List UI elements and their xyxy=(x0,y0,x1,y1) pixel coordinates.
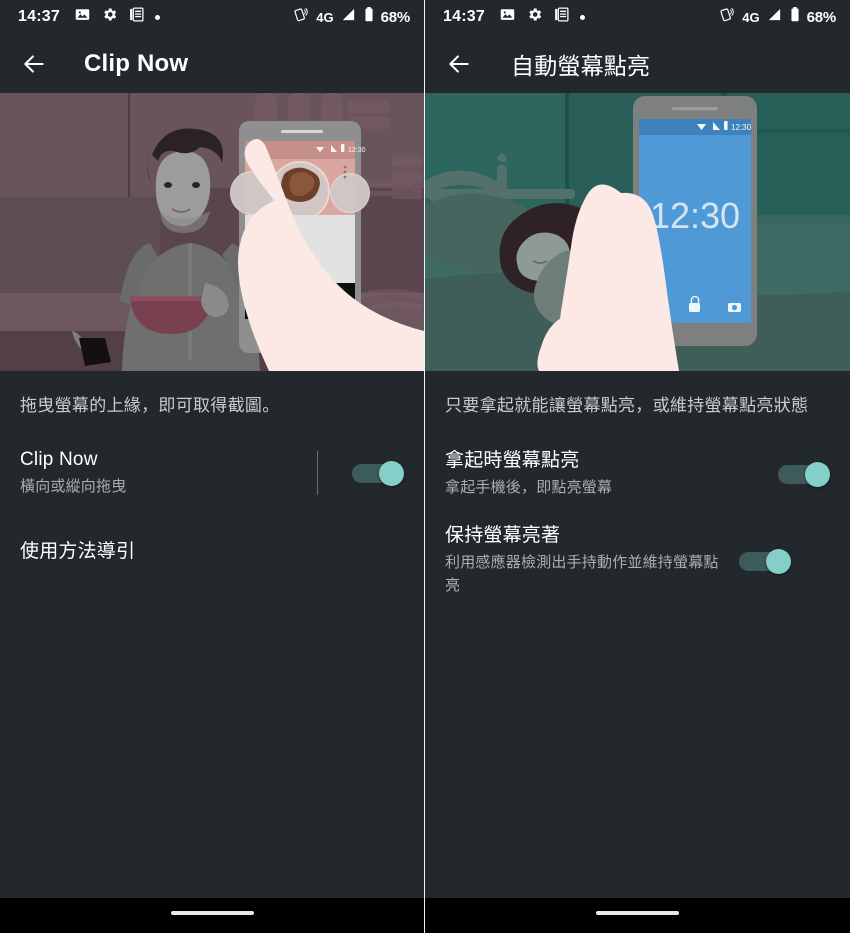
status-time: 14:37 xyxy=(18,8,60,25)
signal-icon xyxy=(766,6,783,28)
battery-icon xyxy=(789,6,801,28)
status-bar: 14:37 4G 68% xyxy=(0,0,424,34)
setting-row-clip-now[interactable]: Clip Now 橫向或縱向拖曳 xyxy=(0,445,424,501)
document-icon xyxy=(553,6,570,28)
svg-text:12:30: 12:30 xyxy=(348,147,366,154)
toggle-thumb xyxy=(805,462,830,487)
battery-percent-label: 68% xyxy=(380,8,411,26)
toggle-thumb xyxy=(379,461,404,486)
back-arrow-icon[interactable] xyxy=(19,49,49,79)
setting-title: 拿起時螢幕點亮 xyxy=(445,450,580,471)
settings-content: 只要拿起就能讓螢幕點亮，或維持螢幕點亮狀態 拿起時螢幕點亮 拿起手機後，即點亮螢… xyxy=(425,371,850,597)
network-type-label: 4G xyxy=(742,9,760,25)
setting-row-raise-to-wake[interactable]: 拿起時螢幕點亮 拿起手機後，即點亮螢幕 xyxy=(425,446,850,502)
home-gesture-pill[interactable] xyxy=(596,911,679,915)
status-bar: 14:37 4G 68% xyxy=(425,0,850,34)
setting-subtitle: 拿起手機後，即點亮螢幕 xyxy=(445,479,613,496)
link-row-usage-guide[interactable]: 使用方法導引 xyxy=(0,525,424,573)
toggle-thumb xyxy=(766,548,791,574)
setting-title: 保持螢幕亮著 xyxy=(445,525,561,546)
image-icon xyxy=(74,6,91,28)
setting-subtitle: 橫向或縱向拖曳 xyxy=(20,478,127,495)
clip-now-illustration: 12:30 ipe xyxy=(0,93,424,371)
toggle-raise-to-wake[interactable] xyxy=(778,462,830,487)
status-bar-right: 4G 68% xyxy=(718,6,836,28)
svg-text:12:30: 12:30 xyxy=(650,195,740,236)
setting-texts: 拿起時螢幕點亮 拿起手機後，即點亮螢幕 xyxy=(445,449,778,499)
auto-screen-on-illustration: 12:30 12:30 xyxy=(425,93,850,371)
dual-screenshot-container: 14:37 4G 68% Clip Now 12:30 拖曳螢幕的上緣，即可取得… xyxy=(0,0,850,933)
status-time: 14:37 xyxy=(443,8,485,25)
app-bar: 自動螢幕點亮 xyxy=(425,34,850,93)
setting-row-keep-screen-on[interactable]: 保持螢幕亮著 利用感應器檢測出手持動作並維持螢幕點亮 xyxy=(425,524,850,597)
setting-subtitle: 利用感應器檢測出手持動作並維持螢幕點亮 xyxy=(445,554,719,594)
dot-icon xyxy=(579,14,585,20)
svg-text:12:30: 12:30 xyxy=(731,123,752,132)
dot-icon xyxy=(154,14,160,20)
navigation-bar xyxy=(425,898,850,933)
battery-icon xyxy=(363,6,375,28)
page-title: 自動螢幕點亮 xyxy=(511,52,651,79)
vibrate-icon xyxy=(718,6,736,28)
link-label: 使用方法導引 xyxy=(20,540,136,562)
setting-title: Clip Now xyxy=(20,449,98,470)
row-divider xyxy=(317,451,318,495)
signal-icon xyxy=(340,6,357,28)
status-bar-right: 4G 68% xyxy=(292,6,410,28)
setting-texts: Clip Now 橫向或縱向拖曳 xyxy=(20,448,317,498)
network-type-label: 4G xyxy=(316,9,334,25)
setting-texts: 保持螢幕亮著 利用感應器檢測出手持動作並維持螢幕點亮 xyxy=(445,524,739,597)
feature-description: 只要拿起就能讓螢幕點亮，或維持螢幕點亮狀態 xyxy=(445,396,809,415)
status-bar-left: 14:37 xyxy=(443,6,585,28)
image-icon xyxy=(499,6,516,28)
page-title: Clip Now xyxy=(84,49,189,77)
screen-clip-now: 14:37 4G 68% Clip Now 12:30 拖曳螢幕的上緣，即可取得… xyxy=(0,0,424,933)
toggle-clip-now[interactable] xyxy=(352,461,404,486)
navigation-bar xyxy=(0,898,424,933)
home-gesture-pill[interactable] xyxy=(170,911,254,915)
gear-icon xyxy=(526,6,543,28)
screen-auto-screen-on: 14:37 4G 68% 自動螢幕點亮 12:30 12:30 只要拿起就能讓螢… xyxy=(425,0,850,933)
toggle-keep-screen-on[interactable] xyxy=(739,548,791,574)
back-arrow-icon[interactable] xyxy=(444,49,474,79)
battery-percent-label: 68% xyxy=(806,8,837,26)
document-icon xyxy=(128,6,145,28)
gear-icon xyxy=(101,6,118,28)
status-bar-left: 14:37 xyxy=(18,6,160,28)
settings-content: 拖曳螢幕的上緣，即可取得截圖。 Clip Now 橫向或縱向拖曳 使用方法導引 xyxy=(0,371,424,573)
feature-description: 拖曳螢幕的上緣，即可取得截圖。 xyxy=(20,396,280,415)
vibrate-icon xyxy=(292,6,310,28)
app-bar: Clip Now xyxy=(0,34,424,93)
